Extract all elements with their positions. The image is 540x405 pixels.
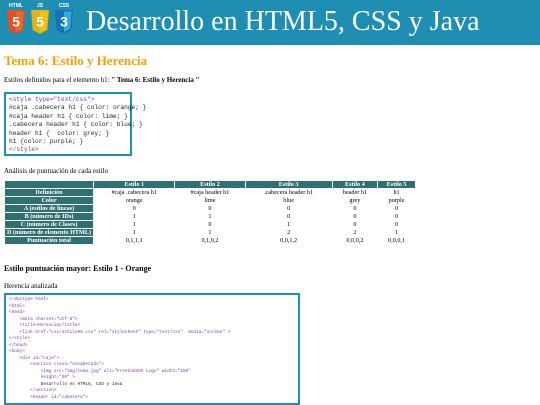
table-cell: 0 (395, 205, 399, 212)
html5-shield-icon: 5 (7, 10, 25, 34)
page-title: Desarrollo en HTML5, CSS y Java (86, 6, 480, 37)
table-cell: 0 (353, 213, 357, 220)
table-cell: #caja .cabecera h1 (111, 189, 157, 196)
table-cell: lime (204, 197, 216, 204)
svg-text:5: 5 (36, 14, 44, 30)
table-cell: 2 (353, 229, 357, 236)
table-row: A (estilos de líneas) 0 0 0 0 0 (5, 205, 415, 212)
table-cell: 2 (287, 229, 291, 236)
js-logo: JS 5 (30, 3, 50, 41)
row-header: C (número de Clases) (5, 221, 93, 228)
table-row: D (número de elemento HTML) 1 1 2 2 1 (5, 229, 415, 236)
column-header (5, 181, 93, 188)
css3-logo-label: CSS (58, 3, 70, 9)
page-header: HTML 5 JS 5 CSS 3 Desarrollo en HTML5, C… (0, 0, 540, 45)
row-header: A (estilos de líneas) (5, 205, 93, 212)
table-cell: 0,1,1,1 (125, 237, 143, 244)
specificity-table: Estilo 1 Estilo 2 Estilo 3 Estilo 4 Esti… (4, 180, 416, 245)
table-cell: orange (125, 197, 143, 204)
table-cell: 0 (287, 205, 291, 212)
svg-text:5: 5 (12, 14, 20, 30)
table-cell: 0 (287, 213, 291, 220)
table-cell: h1 (393, 189, 400, 196)
row-header: Color (5, 197, 93, 204)
column-header: Estilo 1 (94, 181, 175, 188)
table-cell: 1 (132, 213, 136, 220)
table-cell: 1 (208, 229, 212, 236)
row-header: D (número de elemento HTML) (5, 229, 93, 236)
code-line: h1 {color: purple; } (9, 138, 84, 146)
table-cell: 0 (395, 213, 399, 220)
analysis-label: Análisis de puntuación de cada estilo (4, 167, 108, 175)
table-cell: 0 (395, 221, 399, 228)
table-cell: grey (349, 197, 361, 204)
table-cell: 1 (132, 229, 136, 236)
table-cell: 1 (287, 221, 291, 228)
table-cell: purple (388, 197, 405, 204)
css3-logo: CSS 3 (54, 3, 74, 41)
css3-shield-icon: 3 (55, 10, 73, 34)
code-line: #caja .cabecera h1 { color: orange; } (9, 104, 147, 112)
table-cell: 1 (208, 213, 212, 220)
column-header: Estilo 5 (378, 181, 415, 188)
section-title: Tema 6: Estilo y Herencia (4, 53, 147, 68)
table-cell: 0 (353, 205, 357, 212)
table-cell: 0,0,0,1 (388, 237, 406, 244)
code-line: #caja header h1 { color: lime; } (9, 112, 128, 120)
html-code-block: <!doctype html> <html> <head> <meta char… (4, 293, 300, 405)
herencia-label: Herencia analizada (4, 282, 58, 290)
html5-logo: HTML 5 (6, 3, 26, 41)
intro-prefix: Estilos definidos para el elemento h1: (4, 76, 112, 84)
code-line: </style> (9, 146, 39, 154)
technology-logos: HTML 5 JS 5 CSS 3 (6, 3, 76, 43)
table-cell: blue (283, 197, 294, 204)
table-cell: 0 (208, 205, 212, 212)
column-header: Estilo 2 (175, 181, 245, 188)
code-line: <style type="text/css"> (9, 96, 95, 103)
intro-bold: " Tema 6: Estilo y Herencia " (111, 76, 200, 84)
table-cell: #caja header h1 (190, 189, 230, 196)
table-cell: 1 (132, 221, 136, 228)
table-cell: 0,0,1,2 (280, 237, 298, 244)
row-header: B (número de IDs) (5, 213, 93, 220)
winner-heading: Estilo puntuación mayor: Estilo 1 - Oran… (4, 264, 152, 273)
column-header: Estilo 3 (245, 181, 332, 188)
table-cell: 0 (132, 205, 136, 212)
row-header: Puntuación total (5, 237, 93, 244)
code-line: .cabecera header h1 { color: blue; } (9, 121, 143, 129)
code-line: <header id="cabecera"> (9, 394, 89, 400)
table-row: Color orange lime blue grey purple (5, 197, 415, 204)
table-row: B (número de IDs) 1 1 0 0 0 (5, 213, 415, 220)
code-line: header h1 { color: grey; } (9, 129, 110, 137)
table-cell: 0 (208, 221, 212, 228)
table-row: Puntuación total 0,1,1,1 0,1,0,2 0,0,1,2… (5, 237, 415, 244)
js-logo-label: JS (36, 3, 44, 9)
table-cell: 1 (395, 229, 399, 236)
table-cell: header h1 (342, 189, 368, 196)
intro-text: Estilos definidos para el elemento h1: "… (4, 76, 199, 84)
row-header: Definición (5, 189, 93, 196)
table-row: Definición #caja .cabecera h1 #caja head… (5, 189, 415, 196)
table-header-row: Estilo 1 Estilo 2 Estilo 3 Estilo 4 Esti… (5, 181, 415, 188)
table-cell: 0,0,0,2 (346, 237, 364, 244)
table-cell: 0 (353, 221, 357, 228)
column-header: Estilo 4 (332, 181, 378, 188)
table-cell: .cabecera header h1 (264, 189, 314, 196)
svg-text:3: 3 (60, 14, 68, 30)
js-shield-icon: 5 (31, 10, 49, 34)
table-row: C (número de Clases) 1 0 1 0 0 (5, 221, 415, 228)
css-code-block: <style type="text/css"> #caja .cabecera … (4, 92, 147, 156)
html5-logo-label: HTML (9, 3, 23, 9)
table-cell: 0,1,0,2 (201, 237, 219, 244)
